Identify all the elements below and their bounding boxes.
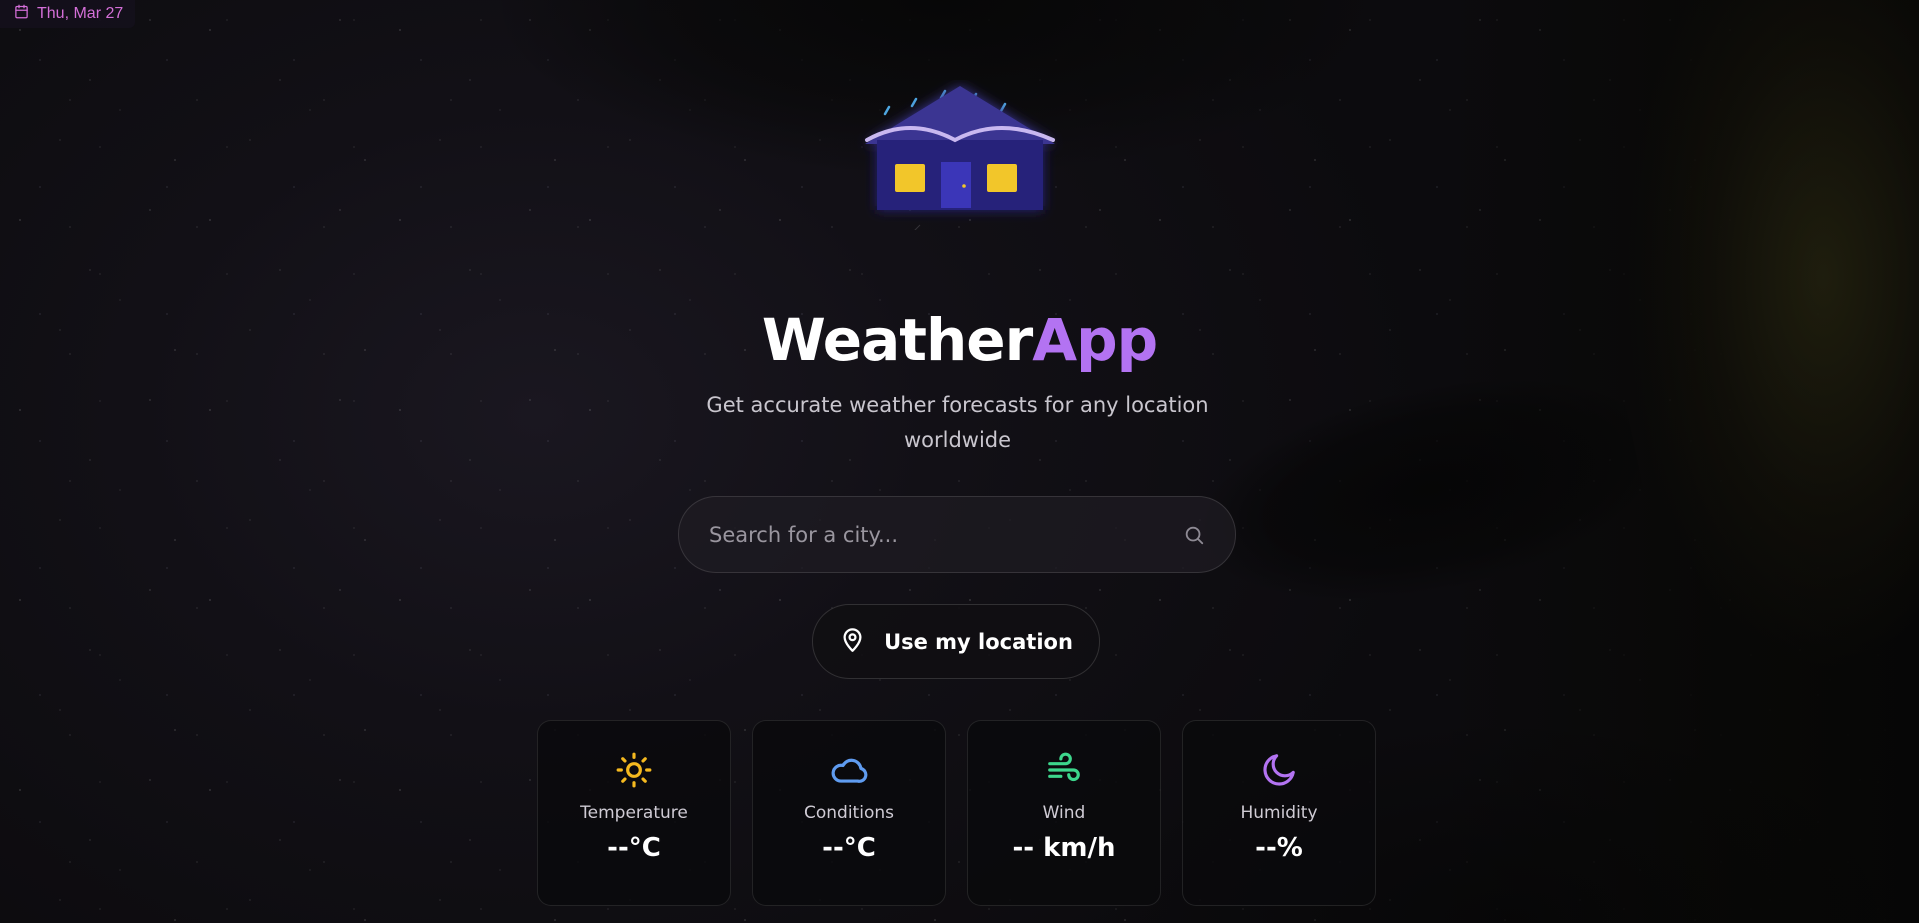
page-subtitle: Get accurate weather forecasts for any l… (706, 393, 1209, 452)
calendar-icon (14, 4, 29, 24)
title-main: Weather (761, 306, 1033, 374)
stat-value: -- km/h (1012, 833, 1116, 863)
title-accent: App (1032, 306, 1158, 374)
stat-card-conditions: Conditions --°C (752, 720, 946, 906)
stat-value: --% (1255, 833, 1303, 863)
weather-stats: Temperature --°C Conditions --°C Wind --… (537, 720, 1376, 906)
date-text: Thu, Mar 27 (37, 5, 124, 22)
stat-card-humidity: Humidity --% (1182, 720, 1376, 906)
moon-icon (1260, 751, 1298, 789)
date-chip: Thu, Mar 27 (0, 0, 136, 28)
stat-label: Wind (1042, 803, 1086, 823)
sun-icon (615, 751, 653, 789)
cloud-icon (830, 751, 868, 789)
city-search-bar (678, 496, 1236, 573)
stat-label: Conditions (804, 803, 894, 823)
stat-label: Temperature (580, 803, 688, 823)
page-title: WeatherApp (0, 300, 1919, 380)
stat-label: Humidity (1240, 803, 1318, 823)
stat-value: --°C (607, 833, 661, 863)
stat-value: --°C (822, 833, 876, 863)
house-rain-icon (855, 80, 1065, 251)
stat-card-temperature: Temperature --°C (537, 720, 731, 906)
wind-icon (1045, 751, 1083, 789)
search-icon[interactable] (1181, 522, 1207, 548)
stat-card-wind: Wind -- km/h (967, 720, 1161, 906)
city-search-input[interactable] (709, 522, 1181, 547)
map-pin-icon (839, 626, 866, 658)
use-my-location-label: Use my location (884, 629, 1073, 654)
use-my-location-button[interactable]: Use my location (812, 604, 1100, 679)
